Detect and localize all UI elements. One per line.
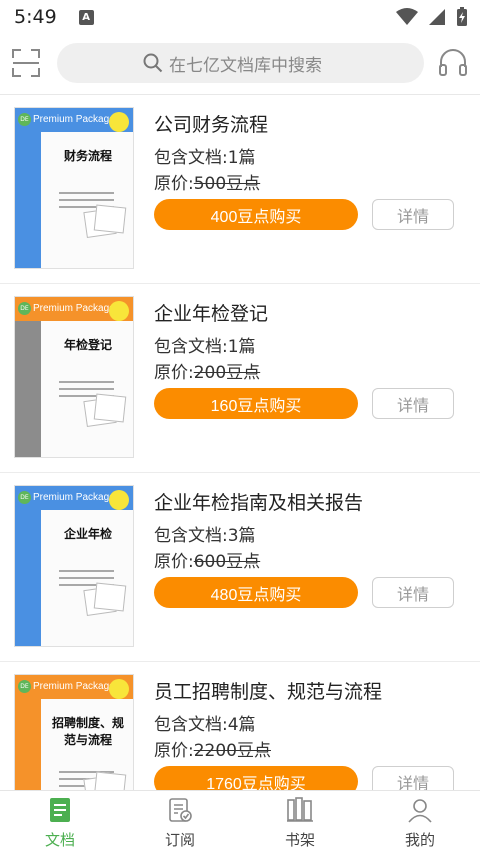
- price-prefix: 原价:: [154, 741, 194, 761]
- package-cover[interactable]: DE Premium Package 招聘制度、规范与流程: [14, 674, 134, 790]
- tab-subscribe[interactable]: 订阅: [120, 791, 240, 853]
- tab-label: 书架: [284, 831, 315, 849]
- signal-icon: [429, 9, 445, 25]
- package-cover[interactable]: DE Premium Package 年检登记: [14, 296, 134, 458]
- item-actions: 160豆点购买 详情: [154, 388, 464, 420]
- item-original-price: 原价:600豆点: [154, 549, 464, 575]
- status-bar: 5:49 A: [0, 0, 480, 34]
- item-doc-count: 包含文档:1篇: [154, 148, 256, 168]
- cover-papers-icon: [83, 771, 127, 790]
- item-info: 公司财务流程 包含文档:1篇 原价:500豆点: [154, 109, 464, 197]
- price-value: 500豆点: [193, 174, 261, 194]
- price-prefix: 原价:: [154, 174, 194, 194]
- package-cover[interactable]: DE Premium Package 企业年检: [14, 485, 134, 647]
- notification-icon: A: [78, 9, 94, 25]
- cover-logo-icon: DE: [18, 302, 31, 315]
- cover-papers-icon: [83, 393, 127, 427]
- item-title[interactable]: 员工招聘制度、规范与流程: [154, 676, 464, 708]
- cover-brand: Premium Package: [33, 114, 115, 125]
- headset-icon[interactable]: [437, 47, 469, 79]
- list-item[interactable]: DE Premium Package 企业年检 企业年检指南及相关报告 包含文档…: [0, 473, 480, 662]
- cover-logo-icon: DE: [18, 680, 31, 693]
- item-doc-count: 包含文档:1篇: [154, 337, 256, 357]
- item-actions: 1760豆点购买 详情: [154, 766, 464, 790]
- cover-brand: Premium Package: [33, 303, 115, 314]
- battery-icon: [457, 7, 467, 26]
- detail-button[interactable]: 详情: [372, 577, 454, 608]
- status-time: 5:49: [14, 6, 57, 28]
- detail-button[interactable]: 详情: [372, 388, 454, 419]
- item-original-price: 原价:500豆点: [154, 171, 464, 197]
- tab-label: 文档: [44, 831, 75, 849]
- cover-badge-icon: [109, 490, 129, 510]
- cover-papers-icon: [83, 204, 127, 238]
- cover-title: 企业年检: [63, 527, 112, 541]
- package-list: DE Premium Package 财务流程 公司财务流程 包含文档:1篇 原…: [0, 95, 480, 790]
- item-info: 企业年检登记 包含文档:1篇 原价:200豆点: [154, 298, 464, 386]
- cover-badge-icon: [109, 112, 129, 132]
- item-doc-count: 包含文档:3篇: [154, 526, 256, 546]
- subscribe-icon: [169, 798, 192, 822]
- item-original-price: 原价:2200豆点: [154, 738, 464, 764]
- cover-brand: Premium Package: [33, 492, 115, 503]
- search-icon: [143, 53, 163, 73]
- price-value: 200豆点: [193, 363, 261, 383]
- document-icon: [50, 798, 70, 822]
- item-actions: 480豆点购买 详情: [154, 577, 464, 609]
- price-value: 600豆点: [193, 552, 261, 572]
- item-info: 员工招聘制度、规范与流程 包含文档:4篇 原价:2200豆点: [154, 676, 464, 764]
- price-prefix: 原价:: [154, 363, 194, 383]
- detail-button[interactable]: 详情: [372, 766, 454, 790]
- scan-icon[interactable]: [11, 48, 41, 78]
- buy-button[interactable]: 160豆点购买: [154, 388, 358, 419]
- price-prefix: 原价:: [154, 552, 194, 572]
- item-title[interactable]: 企业年检指南及相关报告: [154, 487, 464, 519]
- list-item[interactable]: DE Premium Package 招聘制度、规范与流程 员工招聘制度、规范与…: [0, 662, 480, 790]
- wifi-icon: [396, 8, 418, 25]
- detail-button[interactable]: 详情: [372, 199, 454, 230]
- tab-profile[interactable]: 我的: [360, 791, 480, 853]
- cover-logo-icon: DE: [18, 491, 31, 504]
- buy-button[interactable]: 1760豆点购买: [154, 766, 358, 790]
- cover-title: 招聘制度、规范与流程: [51, 716, 124, 747]
- profile-icon: [408, 799, 432, 823]
- item-title[interactable]: 公司财务流程: [154, 109, 464, 141]
- cover-spine: [15, 486, 41, 646]
- item-original-price: 原价:200豆点: [154, 360, 464, 386]
- cover-title: 财务流程: [63, 149, 112, 163]
- cover-logo-icon: DE: [18, 113, 31, 126]
- price-value: 2200豆点: [193, 741, 271, 761]
- bottom-tab-bar: 文档 订阅 书架 我的: [0, 790, 480, 853]
- list-item[interactable]: DE Premium Package 财务流程 公司财务流程 包含文档:1篇 原…: [0, 95, 480, 284]
- buy-button[interactable]: 400豆点购买: [154, 199, 358, 230]
- item-title[interactable]: 企业年检登记: [154, 298, 464, 330]
- search-placeholder: 在七亿文档库中搜索: [169, 55, 322, 76]
- bookshelf-icon: [287, 797, 313, 822]
- tab-bookshelf[interactable]: 书架: [240, 791, 360, 853]
- list-item[interactable]: DE Premium Package 年检登记 企业年检登记 包含文档:1篇 原…: [0, 284, 480, 473]
- cover-badge-icon: [109, 679, 129, 699]
- search-input[interactable]: 在七亿文档库中搜索: [57, 43, 424, 83]
- cover-spine: [15, 297, 41, 457]
- item-doc-count: 包含文档:4篇: [154, 715, 256, 735]
- item-info: 企业年检指南及相关报告 包含文档:3篇 原价:600豆点: [154, 487, 464, 575]
- package-cover[interactable]: DE Premium Package 财务流程: [14, 107, 134, 269]
- cover-brand: Premium Package: [33, 681, 115, 692]
- cover-spine: [15, 108, 41, 268]
- status-icons: [396, 7, 468, 27]
- tab-label: 订阅: [164, 831, 195, 849]
- search-bar: 在七亿文档库中搜索: [0, 40, 480, 86]
- cover-badge-icon: [109, 301, 129, 321]
- tab-documents[interactable]: 文档: [0, 791, 120, 853]
- cover-title: 年检登记: [63, 338, 112, 352]
- buy-button[interactable]: 480豆点购买: [154, 577, 358, 608]
- cover-papers-icon: [83, 582, 127, 616]
- item-actions: 400豆点购买 详情: [154, 199, 464, 231]
- tab-label: 我的: [404, 831, 435, 849]
